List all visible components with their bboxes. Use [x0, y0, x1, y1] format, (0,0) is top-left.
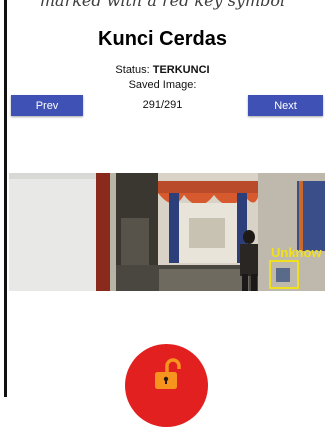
- open-padlock-icon: [154, 358, 181, 389]
- detection-label: Unknow: [271, 245, 322, 260]
- status-line: Status: TERKUNCI: [0, 64, 325, 76]
- next-button[interactable]: Next: [248, 95, 323, 116]
- lock-toggle-button[interactable]: [125, 344, 208, 427]
- status-value: TERKUNCI: [152, 64, 210, 76]
- saved-image-label: Saved Image:: [128, 79, 197, 91]
- room-scene-image: Unknow: [9, 173, 325, 291]
- app-title: Kunci Cerdas: [98, 28, 227, 50]
- camera-snapshot: Unknow: [9, 173, 325, 291]
- left-border: [4, 0, 7, 397]
- caption-fragment: marked with a red key symbol: [39, 0, 286, 10]
- status-label: Status:: [115, 64, 150, 76]
